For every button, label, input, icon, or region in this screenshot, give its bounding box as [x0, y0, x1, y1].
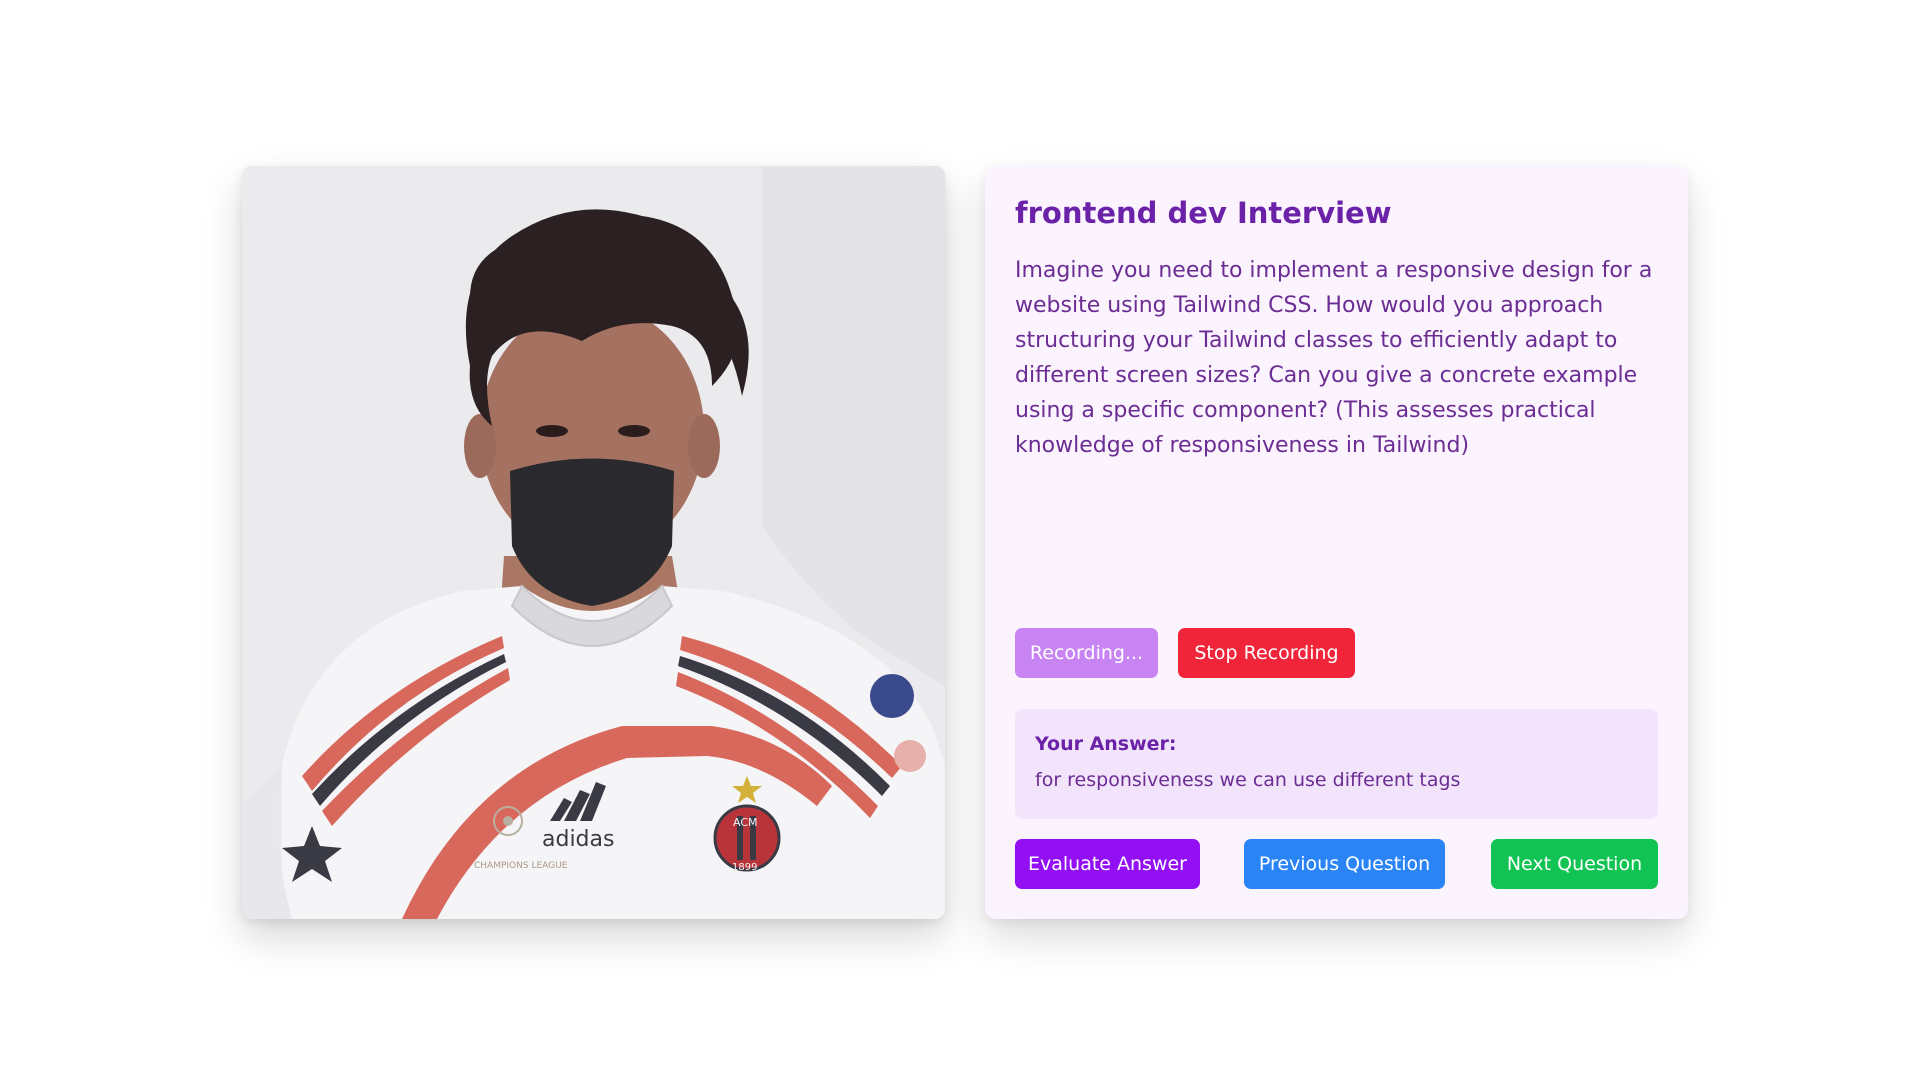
- question-panel: frontend dev Interview Imagine you need …: [985, 166, 1688, 919]
- answer-box: Your Answer: for responsiveness we can u…: [1015, 709, 1658, 819]
- next-question-button[interactable]: Next Question: [1491, 839, 1658, 889]
- webcam-person-image: adidas ACM 1899 CHAMPIONS LEAGUE: [242, 166, 945, 919]
- interview-page: adidas ACM 1899 CHAMPIONS LEAGUE fronten…: [0, 0, 1920, 1080]
- recording-controls: Recording... Stop Recording: [1015, 628, 1355, 678]
- webcam-feed: adidas ACM 1899 CHAMPIONS LEAGUE: [242, 166, 945, 919]
- jersey-brand-text: adidas: [542, 827, 614, 852]
- badge-text: ACM: [733, 816, 758, 829]
- answer-label: Your Answer:: [1035, 733, 1177, 755]
- recording-button[interactable]: Recording...: [1015, 628, 1158, 678]
- badge-year-text: 1899: [732, 862, 757, 873]
- stop-recording-button[interactable]: Stop Recording: [1178, 628, 1355, 678]
- previous-question-button[interactable]: Previous Question: [1244, 839, 1445, 889]
- answer-text: for responsiveness we can use different …: [1035, 769, 1461, 791]
- sleeve-patch-text: CHAMPIONS LEAGUE: [474, 861, 568, 871]
- question-text: Imagine you need to implement a responsi…: [1015, 257, 1653, 458]
- question-navigation: Evaluate Answer Previous Question Next Q…: [1015, 839, 1658, 889]
- evaluate-answer-button[interactable]: Evaluate Answer: [1015, 839, 1200, 889]
- interview-title: frontend dev Interview: [1015, 196, 1392, 230]
